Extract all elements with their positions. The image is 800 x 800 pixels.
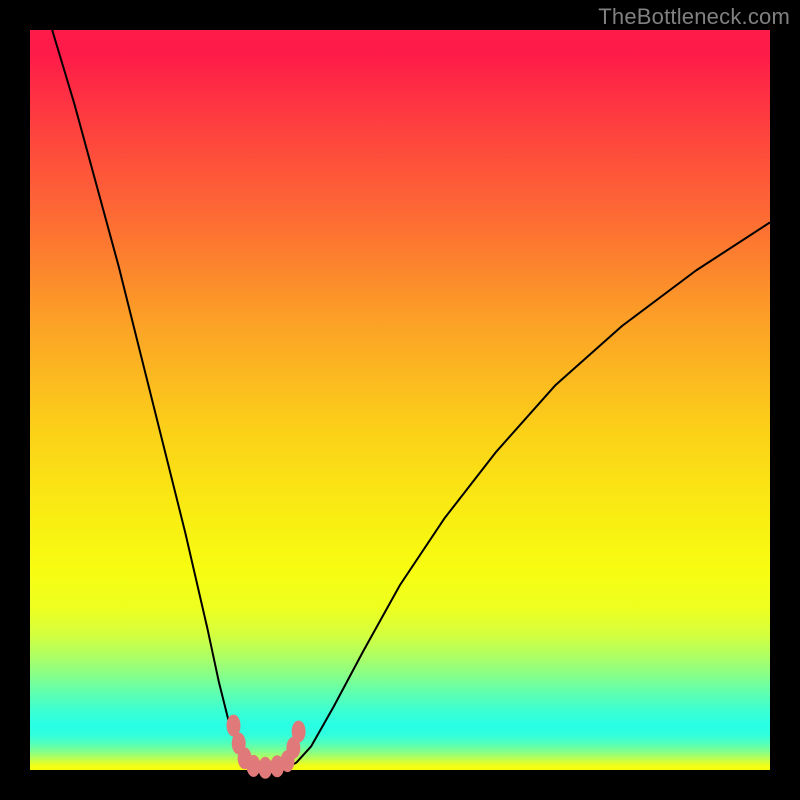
curve-layer (30, 30, 770, 770)
plot-area (30, 30, 770, 770)
watermark-text: TheBottleneck.com (598, 4, 790, 30)
bottleneck-curve-path (52, 30, 770, 768)
trough-marker (292, 721, 306, 743)
trough-marker (247, 755, 261, 777)
trough-marker-group (227, 715, 306, 779)
chart-frame: TheBottleneck.com (0, 0, 800, 800)
trough-marker (258, 757, 272, 779)
